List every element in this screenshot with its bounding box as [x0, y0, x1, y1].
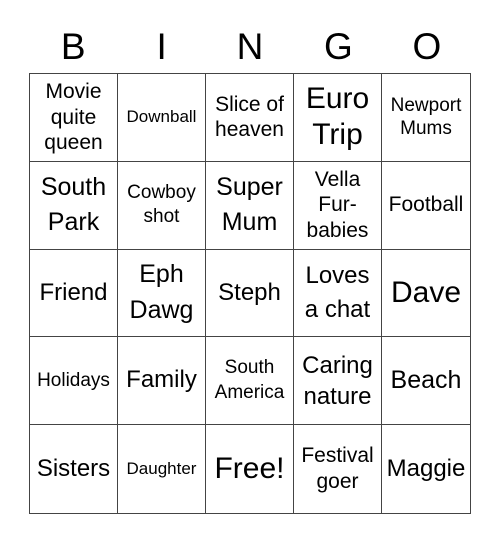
bingo-cell[interactable]: Steph — [206, 249, 294, 338]
bingo-cell[interactable]: Newport Mums — [382, 74, 470, 162]
bingo-header: B I N G O — [29, 22, 471, 72]
header-letter-o: O — [412, 26, 442, 67]
cell-text: Holidays — [37, 369, 110, 391]
cell-text: Newport Mums — [390, 94, 462, 140]
cell-text: Friend — [39, 278, 108, 306]
bingo-cell[interactable]: Maggie — [382, 425, 470, 513]
bingo-cell[interactable]: Slice of heaven — [206, 74, 294, 162]
cell-text: Sisters — [36, 454, 111, 482]
header-letter-g: G — [324, 26, 353, 67]
cell-text: South America — [214, 357, 285, 403]
bingo-cell[interactable]: Football — [382, 162, 470, 250]
cell-text: Football — [388, 193, 464, 217]
cell-text: Slice of heaven — [215, 92, 284, 142]
cell-text: Caring nature — [302, 351, 373, 410]
bingo-cell[interactable]: Movie quite queen — [30, 74, 118, 162]
header-letter-n: N — [236, 26, 264, 67]
bingo-cell[interactable]: Dave — [382, 250, 470, 338]
bingo-cell[interactable]: Super Mum — [206, 161, 294, 250]
cell-text: Free! — [214, 452, 285, 486]
bingo-cell[interactable]: Festival goer — [294, 425, 382, 513]
header-letter-b: B — [60, 26, 86, 67]
cell-text: Downball — [126, 107, 197, 127]
bingo-cell[interactable]: South America — [206, 337, 294, 426]
cell-text: Cowboy shot — [127, 181, 196, 228]
cell-text: Festival goer — [301, 444, 374, 494]
cell-text: Beach — [390, 366, 462, 395]
bingo-cell[interactable]: Cowboy shot — [118, 161, 206, 250]
cell-text: Maggie — [386, 454, 466, 482]
bingo-cell[interactable]: Euro Trip — [294, 74, 382, 162]
cell-text: Family — [126, 366, 197, 394]
cell-text: Eph Dawg — [129, 260, 194, 324]
cell-text: Loves a chat — [304, 262, 371, 323]
bingo-cell[interactable]: Sisters — [30, 425, 118, 513]
bingo-cell[interactable]: Loves a chat — [294, 249, 382, 338]
cell-text: Daughter — [126, 458, 197, 478]
bingo-cell[interactable]: Friend — [30, 249, 118, 338]
bingo-cell[interactable]: Holidays — [30, 337, 118, 426]
bingo-cell[interactable]: South Park — [30, 161, 118, 250]
bingo-cell[interactable]: Downball — [118, 74, 206, 162]
cell-text: Movie quite queen — [44, 79, 103, 155]
bingo-cell[interactable]: Daughter — [118, 425, 206, 513]
bingo-cell[interactable]: Family — [118, 337, 206, 426]
bingo-grid: Movie quite queen Downball Slice of heav… — [29, 73, 471, 514]
cell-text: Vella Fur-babies — [306, 167, 369, 242]
bingo-cell[interactable]: Vella Fur-babies — [294, 161, 382, 250]
free-space-cell[interactable]: Free! — [206, 425, 294, 513]
bingo-cell[interactable]: Eph Dawg — [118, 249, 206, 338]
cell-text: Steph — [218, 278, 281, 306]
bingo-cell[interactable]: Caring nature — [294, 337, 382, 426]
cell-text: South Park — [40, 172, 107, 237]
header-letter-i: I — [156, 26, 167, 67]
cell-text: Euro Trip — [305, 82, 370, 152]
cell-text: Super Mum — [216, 172, 283, 237]
cell-text: Dave — [390, 275, 462, 309]
bingo-cell[interactable]: Beach — [382, 337, 470, 426]
